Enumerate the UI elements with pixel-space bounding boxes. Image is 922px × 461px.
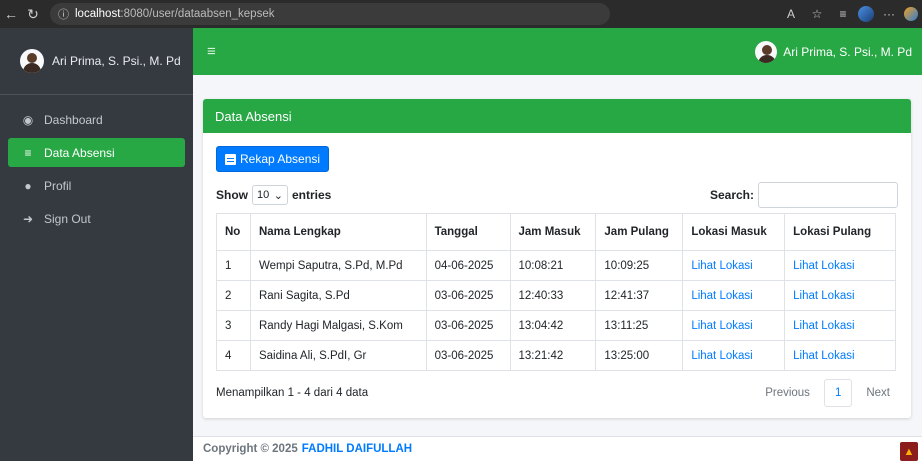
avatar <box>20 49 44 73</box>
address-bar[interactable]: ⓘ localhost:8080/user/dataabsen_kepsek <box>50 3 610 25</box>
lokasi-pulang-link[interactable]: Lihat Lokasi <box>793 290 854 302</box>
sidebar-nav: ◉ Dashboard ≡ Data Absensi ● Profil ➜ Si… <box>0 95 193 233</box>
cell-jam-pulang: 12:41:37 <box>595 280 684 311</box>
cell-no: 4 <box>216 340 251 371</box>
card-title: Data Absensi <box>203 99 911 133</box>
data-absensi-card: Data Absensi Rekap Absensi Show 10 ⌄ ent… <box>203 99 911 418</box>
column-header[interactable]: No <box>216 213 251 251</box>
table-header-row: No Nama Lengkap Tanggal Jam Masuk Jam Pu… <box>216 213 896 251</box>
lokasi-pulang-link[interactable]: Lihat Lokasi <box>793 260 854 272</box>
navbar-user-menu[interactable]: Ari Prima, S. Psi., M. Pd <box>755 40 912 63</box>
chevron-down-icon: ⌄ <box>273 189 283 202</box>
sidebar: Ari Prima, S. Psi., M. Pd ◉ Dashboard ≡ … <box>0 28 193 461</box>
entries-label: entries <box>292 188 332 202</box>
sidebar-item-profil[interactable]: ● Profil <box>8 171 185 200</box>
next-button[interactable]: Next <box>858 379 898 407</box>
cell-nama: Rani Sagita, S.Pd <box>249 280 427 311</box>
pagination: Previous 1 Next <box>757 379 898 407</box>
copilot-icon[interactable] <box>904 7 918 21</box>
cell-jam-pulang: 13:11:25 <box>595 310 684 341</box>
sidebar-item-label: Profil <box>44 178 72 193</box>
back-icon[interactable]: ← <box>0 3 22 25</box>
cell-jam-masuk: 10:08:21 <box>509 250 597 281</box>
table-controls: Show 10 ⌄ entries Search: <box>216 182 898 208</box>
navbar-user-name: Ari Prima, S. Psi., M. Pd <box>783 44 912 59</box>
reader-icon[interactable]: A <box>780 3 802 25</box>
rekap-absensi-label: Rekap Absensi <box>240 152 321 166</box>
cell-tanggal: 04-06-2025 <box>425 250 511 281</box>
page-length-select[interactable]: 10 ⌄ <box>252 185 288 205</box>
menu-toggle-icon[interactable]: ≡ <box>207 43 216 60</box>
user-icon: ● <box>24 178 32 193</box>
column-header[interactable]: Tanggal <box>425 213 511 251</box>
previous-button[interactable]: Previous <box>757 379 818 407</box>
search-input[interactable] <box>758 182 898 208</box>
flame-icon[interactable]: ▲ <box>900 442 918 461</box>
column-header[interactable]: Lokasi Masuk <box>682 213 786 251</box>
lokasi-masuk-link[interactable]: Lihat Lokasi <box>691 260 752 272</box>
column-header[interactable]: Nama Lengkap <box>249 213 427 251</box>
page-footer: Copyright © 2025 FADHIL DAIFULLAH <box>193 436 922 461</box>
absensi-table: No Nama Lengkap Tanggal Jam Masuk Jam Pu… <box>216 213 896 371</box>
browser-profile-icon[interactable] <box>858 6 874 22</box>
more-icon[interactable]: ··· <box>878 3 900 25</box>
cell-jam-masuk: 12:40:33 <box>509 280 597 311</box>
lokasi-masuk-link[interactable]: Lihat Lokasi <box>691 320 752 332</box>
cell-jam-pulang: 13:25:00 <box>595 340 684 371</box>
sidebar-item-data-absensi[interactable]: ≡ Data Absensi <box>8 138 185 167</box>
copyright-text: Copyright © 2025 <box>203 443 298 455</box>
sidebar-item-sign-out[interactable]: ➜ Sign Out <box>8 204 185 233</box>
lokasi-pulang-link[interactable]: Lihat Lokasi <box>793 320 854 332</box>
table-footer: Menampilkan 1 - 4 dari 4 data Previous 1… <box>216 379 898 407</box>
sidebar-item-label: Dashboard <box>44 112 103 127</box>
sidebar-user-name: Ari Prima, S. Psi., M. Pd <box>52 54 181 68</box>
top-navbar: ≡ Ari Prima, S. Psi., M. Pd <box>193 28 922 75</box>
database-icon: ≡ <box>24 145 32 160</box>
rekap-absensi-button[interactable]: Rekap Absensi <box>216 146 330 172</box>
cell-nama: Saidina Ali, S.PdI, Gr <box>249 340 427 371</box>
footer-brand-link[interactable]: FADHIL DAIFULLAH <box>302 443 412 455</box>
avatar <box>755 40 778 63</box>
refresh-icon[interactable]: ↻ <box>22 3 44 25</box>
cell-no: 1 <box>216 250 251 281</box>
page-button-current[interactable]: 1 <box>823 379 853 407</box>
sidebar-item-dashboard[interactable]: ◉ Dashboard <box>8 105 185 134</box>
show-label: Show <box>216 188 248 202</box>
column-header[interactable]: Jam Masuk <box>509 213 597 251</box>
star-icon[interactable]: ☆ <box>806 3 828 25</box>
cell-tanggal: 03-06-2025 <box>425 280 511 311</box>
sidebar-item-label: Sign Out <box>44 211 91 226</box>
table-row: 3 Randy Hagi Malgasi, S.Kom 03-06-2025 1… <box>216 310 896 341</box>
lokasi-masuk-link[interactable]: Lihat Lokasi <box>691 290 752 302</box>
cell-jam-masuk: 13:04:42 <box>509 310 597 341</box>
sidebar-user-panel[interactable]: Ari Prima, S. Psi., M. Pd <box>0 28 193 95</box>
browser-toolbar: ← ↻ ⓘ localhost:8080/user/dataabsen_keps… <box>0 0 922 28</box>
cell-tanggal: 03-06-2025 <box>425 340 511 371</box>
favorites-icon[interactable]: ≡ <box>832 3 854 25</box>
sidebar-item-label: Data Absensi <box>44 145 115 160</box>
cell-no: 3 <box>216 310 251 341</box>
url-host: localhost <box>75 8 121 20</box>
column-header[interactable]: Jam Pulang <box>595 213 684 251</box>
cell-nama: Wempi Saputra, S.Pd, M.Pd <box>249 250 427 281</box>
table-row: 2 Rani Sagita, S.Pd 03-06-2025 12:40:33 … <box>216 280 896 311</box>
url-path: :8080/user/dataabsen_kepsek <box>120 8 275 20</box>
lokasi-pulang-link[interactable]: Lihat Lokasi <box>793 350 854 362</box>
page-length-value: 10 <box>257 189 270 201</box>
dashboard-icon: ◉ <box>22 112 34 127</box>
cell-nama: Randy Hagi Malgasi, S.Kom <box>249 310 427 341</box>
table-info: Menampilkan 1 - 4 dari 4 data <box>216 387 369 399</box>
file-icon <box>225 153 236 165</box>
table-row: 4 Saidina Ali, S.PdI, Gr 03-06-2025 13:2… <box>216 340 896 371</box>
cell-tanggal: 03-06-2025 <box>425 310 511 341</box>
cell-no: 2 <box>216 280 251 311</box>
lokasi-masuk-link[interactable]: Lihat Lokasi <box>691 350 752 362</box>
cell-jam-pulang: 10:09:25 <box>595 250 684 281</box>
cell-jam-masuk: 13:21:42 <box>509 340 597 371</box>
sign-out-icon: ➜ <box>22 211 34 226</box>
search-label: Search: <box>709 188 754 202</box>
column-header[interactable]: Lokasi Pulang <box>784 213 896 251</box>
table-row: 1 Wempi Saputra, S.Pd, M.Pd 04-06-2025 1… <box>216 250 896 281</box>
info-icon[interactable]: ⓘ <box>58 6 69 22</box>
